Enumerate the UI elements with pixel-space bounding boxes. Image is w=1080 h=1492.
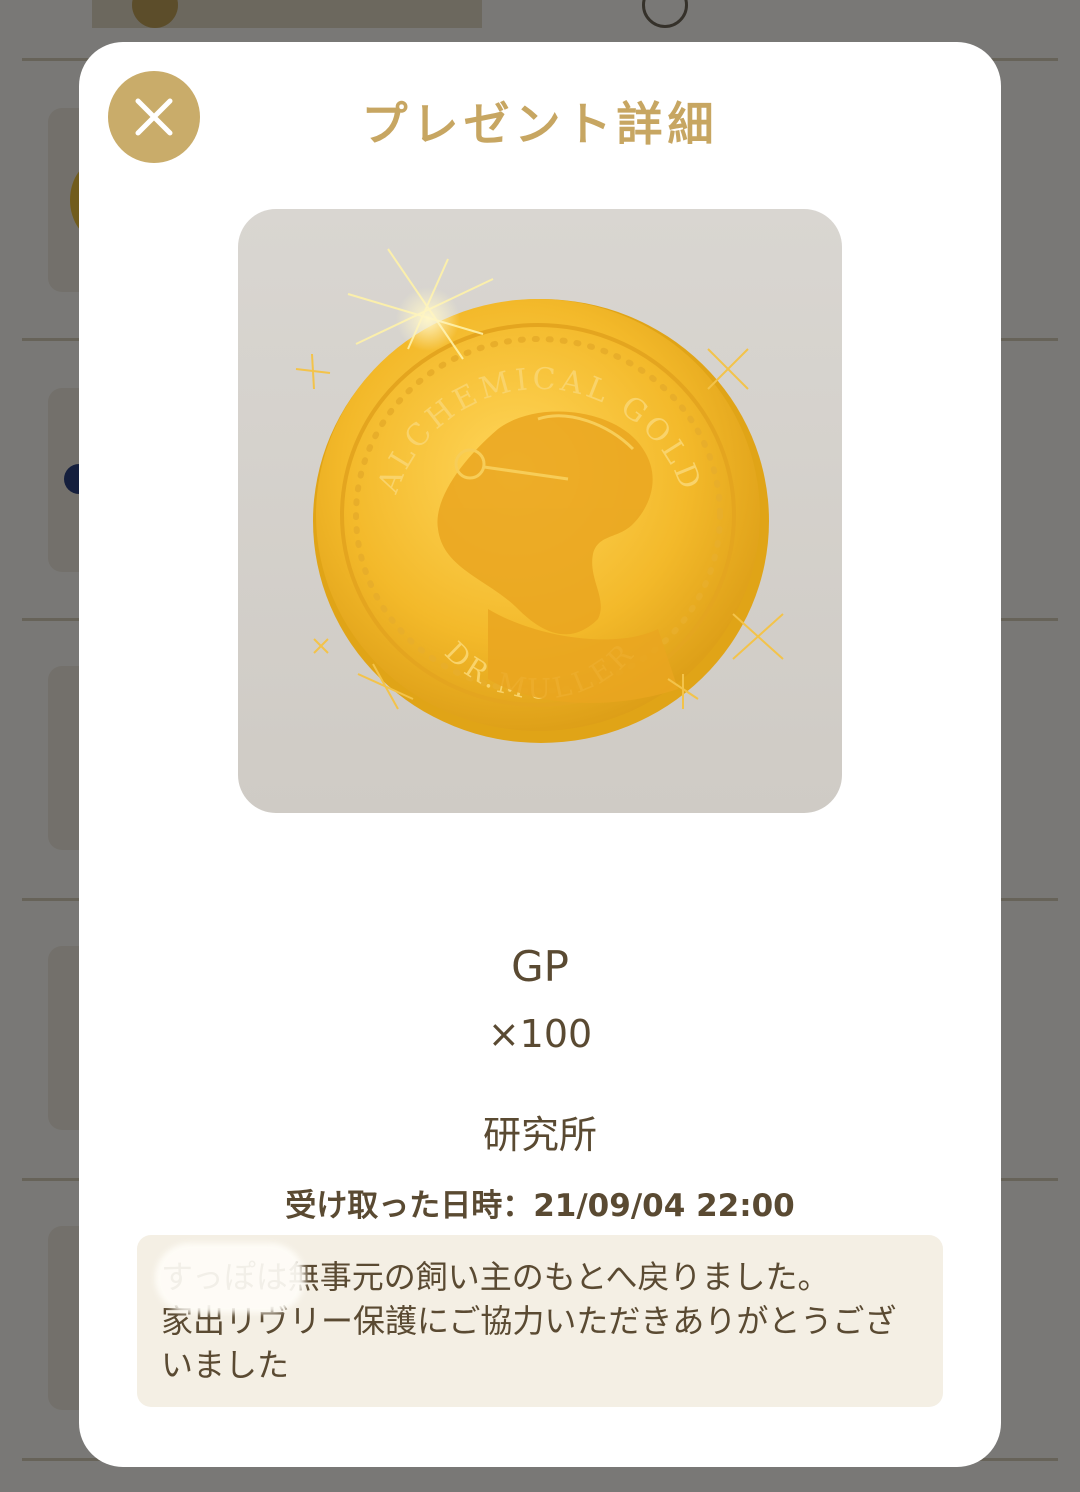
message-box: すっぽは無事元の飼い主のもとへ戻りました。 家出リヴリー保護にご協力いただきあり… bbox=[137, 1235, 943, 1407]
redaction-blur bbox=[155, 1243, 305, 1313]
item-source: 研究所 bbox=[482, 1113, 597, 1157]
item-name: GP bbox=[511, 942, 569, 991]
item-image: ALCHEMICAL GOLD DR.MULLER bbox=[238, 209, 842, 813]
gold-coin-image: ALCHEMICAL GOLD DR.MULLER bbox=[295, 248, 784, 743]
received-datetime: 受け取った日時：21/09/04 22:00 bbox=[285, 1188, 795, 1224]
modal-title: プレゼント詳細 bbox=[361, 97, 719, 151]
present-detail-modal: プレゼント詳細 ALCHEMICAL GOLD DR GP ×100 研究所 受… bbox=[79, 42, 1001, 1467]
item-quantity: ×100 bbox=[487, 1012, 593, 1056]
